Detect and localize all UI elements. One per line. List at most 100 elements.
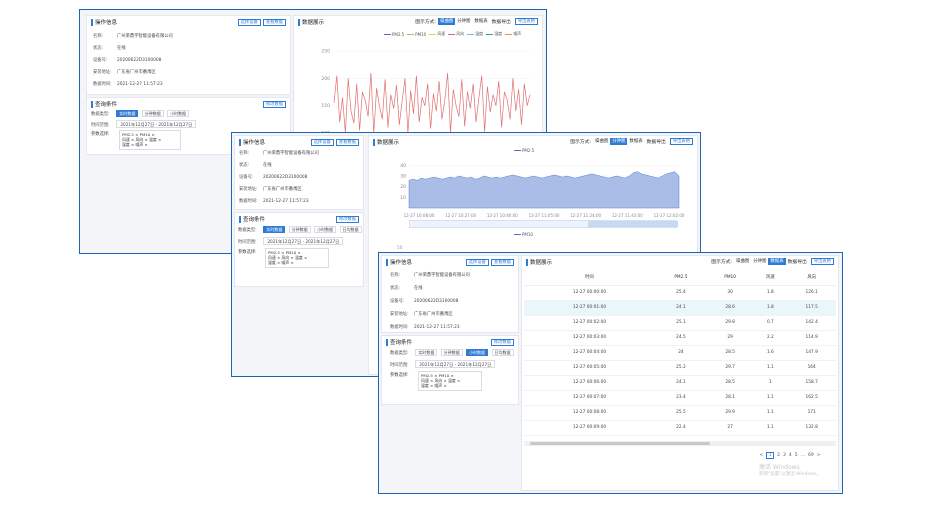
- params-select[interactable]: PM2.5 × PM10 × 风速 × 风向 × 温度 × 湿度 × 噪声 ×: [418, 371, 482, 391]
- mode-table[interactable]: 数据表: [472, 18, 489, 25]
- time-row: 时间范围: 2021年12月27日 - 2021年12月27日: [390, 360, 496, 368]
- column-header[interactable]: 风向: [787, 270, 836, 286]
- table-cell: 24: [654, 345, 707, 361]
- table-row[interactable]: 12-27 00:07:00 23.4 28.1 1.1 162.5: [524, 390, 836, 406]
- table-row[interactable]: 12-27 00:04:00 24 28.5 1.6 147.9: [524, 345, 836, 361]
- zoom-slider[interactable]: [409, 220, 678, 228]
- table-cell: 25.1: [654, 315, 707, 331]
- mode-table[interactable]: 数据表: [627, 138, 644, 145]
- table-cell: 29: [706, 330, 754, 346]
- legend-item[interactable]: 噪声: [505, 31, 521, 37]
- table-row[interactable]: 12-27 00:08:00 25.5 29.9 1.1 171: [524, 405, 836, 421]
- tab-minute[interactable]: 分钟数据: [440, 349, 463, 356]
- view-data-button[interactable]: 查看数据: [490, 258, 514, 266]
- table-row[interactable]: 12-27 00:03:00 24.5 29 2.2 114.9: [524, 330, 836, 346]
- table-row[interactable]: 12-27 00:06:00 24.1 28.5 1 158.7: [524, 375, 836, 391]
- tab-hour[interactable]: 小时数据: [466, 349, 489, 356]
- info-row-status: 状态: 在线: [390, 286, 423, 291]
- table-row[interactable]: 12-27 00:00:00 25.4 30 1.8 126.1: [524, 285, 836, 301]
- column-header[interactable]: 风速: [753, 270, 788, 286]
- windows-watermark: 激活 Windows 转到"设置"以激活 Windows。: [759, 464, 821, 477]
- select-device-button[interactable]: 选择设备: [465, 258, 489, 266]
- legend-item[interactable]: PM2.5: [384, 31, 404, 37]
- table-row[interactable]: 12-27 00:01:00 24.1 28.6 1.8 117.5: [524, 300, 836, 316]
- tab-realtime[interactable]: 实时数据: [263, 226, 286, 233]
- chart-legend-bottom: PM10: [514, 232, 536, 237]
- select-device-button[interactable]: 选择设备: [310, 138, 334, 146]
- page-item[interactable]: 4: [789, 453, 792, 458]
- page-item[interactable]: >: [817, 453, 821, 458]
- table-cell: 1.1: [753, 405, 788, 421]
- column-header[interactable]: PM2.5: [654, 270, 707, 286]
- page-item[interactable]: ...: [801, 453, 805, 458]
- table-cell: 1.1: [753, 360, 788, 376]
- table-cell: 171: [787, 405, 836, 421]
- mode-minute[interactable]: 分钟图: [455, 18, 472, 25]
- y-tick-label: 250: [321, 49, 330, 55]
- pagination: <1 2 3 4 5... 69 >: [758, 452, 822, 459]
- info-row-address: 安装地址: 广东省广州市番禺区: [239, 187, 302, 192]
- page-item[interactable]: 2: [777, 453, 780, 458]
- column-header[interactable]: 时间: [524, 270, 655, 286]
- tab-minute[interactable]: 分钟数据: [288, 226, 311, 233]
- date-range-input[interactable]: 2021年12月27日 - 2021年12月27日: [263, 237, 344, 245]
- modify-button[interactable]: 修改数据: [490, 338, 514, 346]
- tab-minute[interactable]: 分钟数据: [141, 110, 164, 117]
- tab-daily[interactable]: 日均数据: [339, 226, 362, 233]
- tab-daily[interactable]: 日均数据: [491, 349, 514, 356]
- export-button[interactable]: 导出表格: [810, 258, 834, 265]
- table-row[interactable]: 12-27 00:05:00 25.2 29.7 1.1 164: [524, 360, 836, 376]
- info-row-time: 数据时间: 2021-12-27 11:57:23: [239, 199, 309, 204]
- tab-realtime[interactable]: 实时数据: [415, 349, 438, 356]
- horizontal-scrollbar[interactable]: [524, 441, 836, 446]
- modify-button[interactable]: 修改数据: [262, 100, 286, 108]
- mode-curve[interactable]: 噪曲图: [593, 138, 610, 145]
- display-toolbar: 图示方式: 噪曲图 分钟图 数据表 数据导出 导出表格: [415, 18, 538, 25]
- page-item[interactable]: <: [760, 453, 764, 458]
- page-item[interactable]: 69: [808, 453, 814, 458]
- tab-hour[interactable]: 小时数据: [314, 226, 337, 233]
- view-data-button[interactable]: 查看数据: [262, 18, 286, 26]
- type-row: 数据类型: 实时数据 分钟数据 小时数据 日均数据: [238, 226, 364, 233]
- view-data-button[interactable]: 查看数据: [335, 138, 359, 146]
- mode-curve[interactable]: 噪曲图: [734, 258, 751, 265]
- mode-table[interactable]: 数据表: [768, 258, 786, 265]
- date-range-input[interactable]: 2021年12月27日 - 2021年12月27日: [116, 120, 197, 128]
- select-device-button[interactable]: 选择设备: [237, 18, 261, 26]
- date-range-input[interactable]: 2021年12月27日 - 2021年12月27日: [415, 360, 496, 368]
- y-tick-label: 30: [400, 174, 406, 180]
- export-button[interactable]: 导出表格: [514, 18, 538, 25]
- table-cell: 12-27 00:09:00: [524, 420, 655, 436]
- page-item[interactable]: 1: [766, 452, 775, 459]
- table-cell: 147.9: [787, 345, 836, 361]
- chart-legend: PM2.5 PM10 风速 风向 温度 湿度 噪声: [384, 31, 524, 37]
- legend-item[interactable]: 温度: [467, 31, 483, 37]
- y-tick-label: 200: [321, 76, 330, 82]
- display-toolbar: 图示方式: 噪曲图 分钟图 数据表 数据导出 导出表格: [711, 258, 834, 265]
- table-cell: 24.1: [654, 300, 707, 316]
- legend-item[interactable]: 风向: [448, 31, 464, 37]
- tab-realtime[interactable]: 实时数据: [116, 110, 139, 117]
- table-row[interactable]: 12-27 00:02:00 25.1 29.8 0.7 142.4: [524, 315, 836, 331]
- params-select[interactable]: PM2.5 × PM10 × 风速 × 风向 × 温度 × 湿度 × 噪声 ×: [265, 248, 329, 268]
- info-row-device: 设备号: 20200622D3100008: [93, 58, 162, 63]
- tab-hour[interactable]: 小时数据: [167, 110, 190, 117]
- page-item[interactable]: 3: [783, 453, 786, 458]
- legend-item[interactable]: PM10: [407, 31, 426, 37]
- x-tick-label: 12-27 11:24:00: [570, 213, 601, 218]
- mode-minute[interactable]: 分钟图: [751, 258, 768, 265]
- mode-curve[interactable]: 噪曲图: [438, 18, 456, 25]
- modify-button[interactable]: 修改数据: [335, 215, 359, 223]
- column-header[interactable]: PM10: [706, 270, 754, 286]
- legend-item[interactable]: 风速: [429, 31, 445, 37]
- params-select[interactable]: PM2.5 × PM10 × 风速 × 风向 × 温度 × 湿度 × 噪声 ×: [119, 130, 181, 150]
- y-tick-label: 40: [400, 163, 406, 169]
- info-row-name: 名称: 广州荣鼎宇智能设备有限公司: [93, 34, 173, 39]
- info-row-address: 安装地址: 广东省广州市番禺区: [390, 312, 453, 317]
- legend-item[interactable]: 湿度: [486, 31, 502, 37]
- table-row[interactable]: 12-27 00:09:00 22.4 27 1.1 132.8: [524, 420, 836, 436]
- table-cell: 25.5: [654, 405, 707, 421]
- page-item[interactable]: 5: [795, 453, 798, 458]
- mode-minute[interactable]: 分钟图: [610, 138, 628, 145]
- export-button[interactable]: 导出表格: [669, 138, 693, 145]
